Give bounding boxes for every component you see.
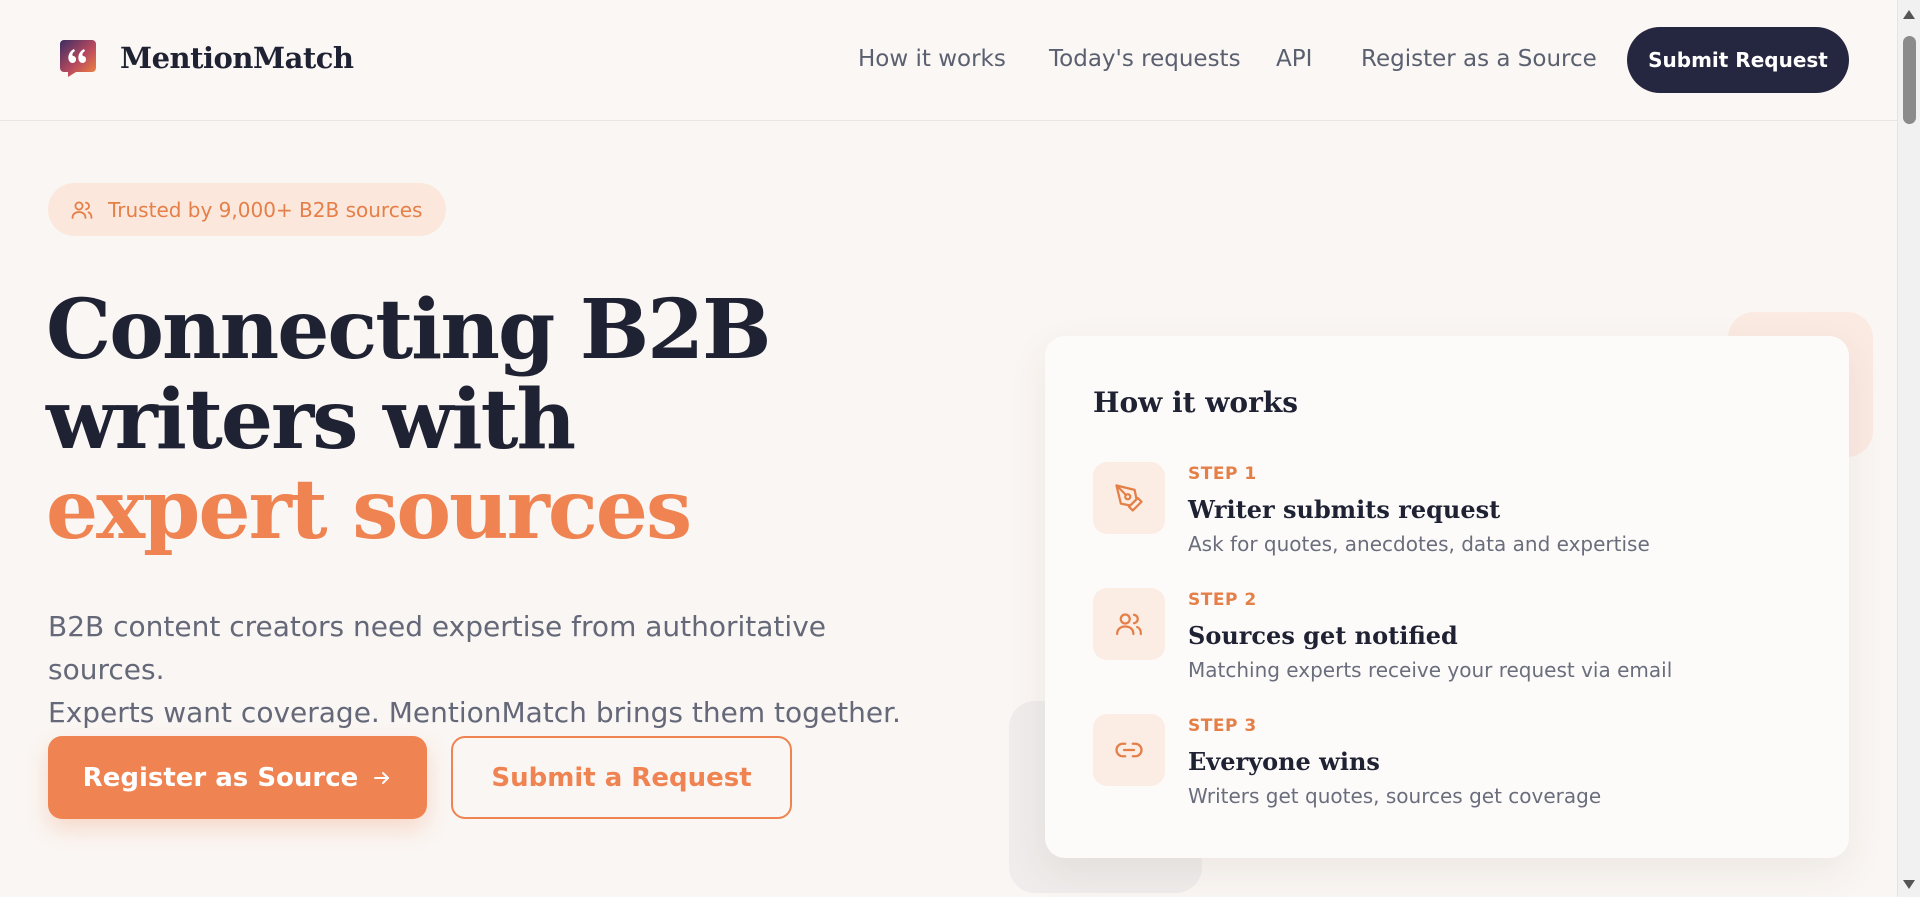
- brand-logo-link[interactable]: MentionMatch: [58, 38, 354, 78]
- hero-heading-line-1: Connecting B2B: [46, 282, 771, 378]
- step-2-icon-box: [1093, 588, 1165, 660]
- step-2-description: Matching experts receive your request vi…: [1188, 658, 1673, 682]
- step-1-label: STEP 1: [1188, 464, 1257, 484]
- register-as-source-label: Register as Source: [82, 762, 359, 793]
- hero-description-line-1: B2B content creators need expertise from…: [48, 610, 826, 686]
- how-it-works-card: How it works STEP 1 Writer submits reque…: [1045, 336, 1849, 858]
- users-icon: [71, 201, 93, 219]
- nav-link-how-it-works[interactable]: How it works: [858, 46, 1006, 72]
- nav-link-register-source[interactable]: Register as a Source: [1361, 46, 1597, 72]
- step-3-icon-box: [1093, 714, 1165, 786]
- step-3-description: Writers get quotes, sources get coverage: [1188, 784, 1602, 808]
- trust-badge: Trusted by 9,000+ B2B sources: [48, 183, 447, 236]
- pen-tool-icon: [1115, 484, 1143, 512]
- step-1: STEP 1 Writer submits request Ask for qu…: [1093, 462, 1793, 572]
- hero-heading-accent: expert sources: [46, 462, 692, 558]
- brand-name: MentionMatch: [120, 41, 354, 75]
- step-3-label: STEP 3: [1188, 716, 1257, 736]
- quote-bubble-icon: [60, 40, 96, 77]
- trust-badge-text: Trusted by 9,000+ B2B sources: [108, 197, 423, 222]
- step-1-description: Ask for quotes, anecdotes, data and expe…: [1188, 532, 1650, 556]
- step-2: STEP 2 Sources get notified Matching exp…: [1093, 588, 1793, 698]
- users-icon: [1116, 613, 1142, 636]
- hero-description-line-2: Experts want coverage. MentionMatch brin…: [48, 696, 901, 729]
- register-as-source-button[interactable]: Register as Source: [48, 736, 427, 819]
- hero-heading: Connecting B2B writers with expert sourc…: [46, 282, 771, 558]
- how-it-works-title: How it works: [1093, 386, 1298, 419]
- step-3-title: Everyone wins: [1188, 747, 1380, 776]
- scrollbar-thumb[interactable]: [1903, 36, 1916, 124]
- hero-description: B2B content creators need expertise from…: [48, 605, 928, 734]
- scroll-down-arrow-icon[interactable]: [1903, 880, 1915, 889]
- step-1-title: Writer submits request: [1188, 495, 1501, 524]
- step-1-icon-box: [1093, 462, 1165, 534]
- submit-request-button[interactable]: Submit Request: [1627, 27, 1849, 93]
- arrow-right-icon: [374, 771, 390, 784]
- scroll-up-arrow-icon[interactable]: [1903, 10, 1915, 19]
- step-2-label: STEP 2: [1188, 590, 1257, 610]
- submit-a-request-button[interactable]: Submit a Request: [451, 736, 792, 819]
- link-icon: [1115, 742, 1143, 758]
- site-header: MentionMatch How it works Today's reques…: [0, 0, 1897, 121]
- nav-link-todays-requests[interactable]: Today's requests: [1049, 46, 1241, 72]
- nav-link-api[interactable]: API: [1276, 46, 1312, 72]
- step-3: STEP 3 Everyone wins Writers get quotes,…: [1093, 714, 1793, 824]
- hero-heading-line-2: writers with: [46, 372, 576, 468]
- step-2-title: Sources get notified: [1188, 621, 1458, 650]
- page-scrollbar[interactable]: [1897, 0, 1920, 897]
